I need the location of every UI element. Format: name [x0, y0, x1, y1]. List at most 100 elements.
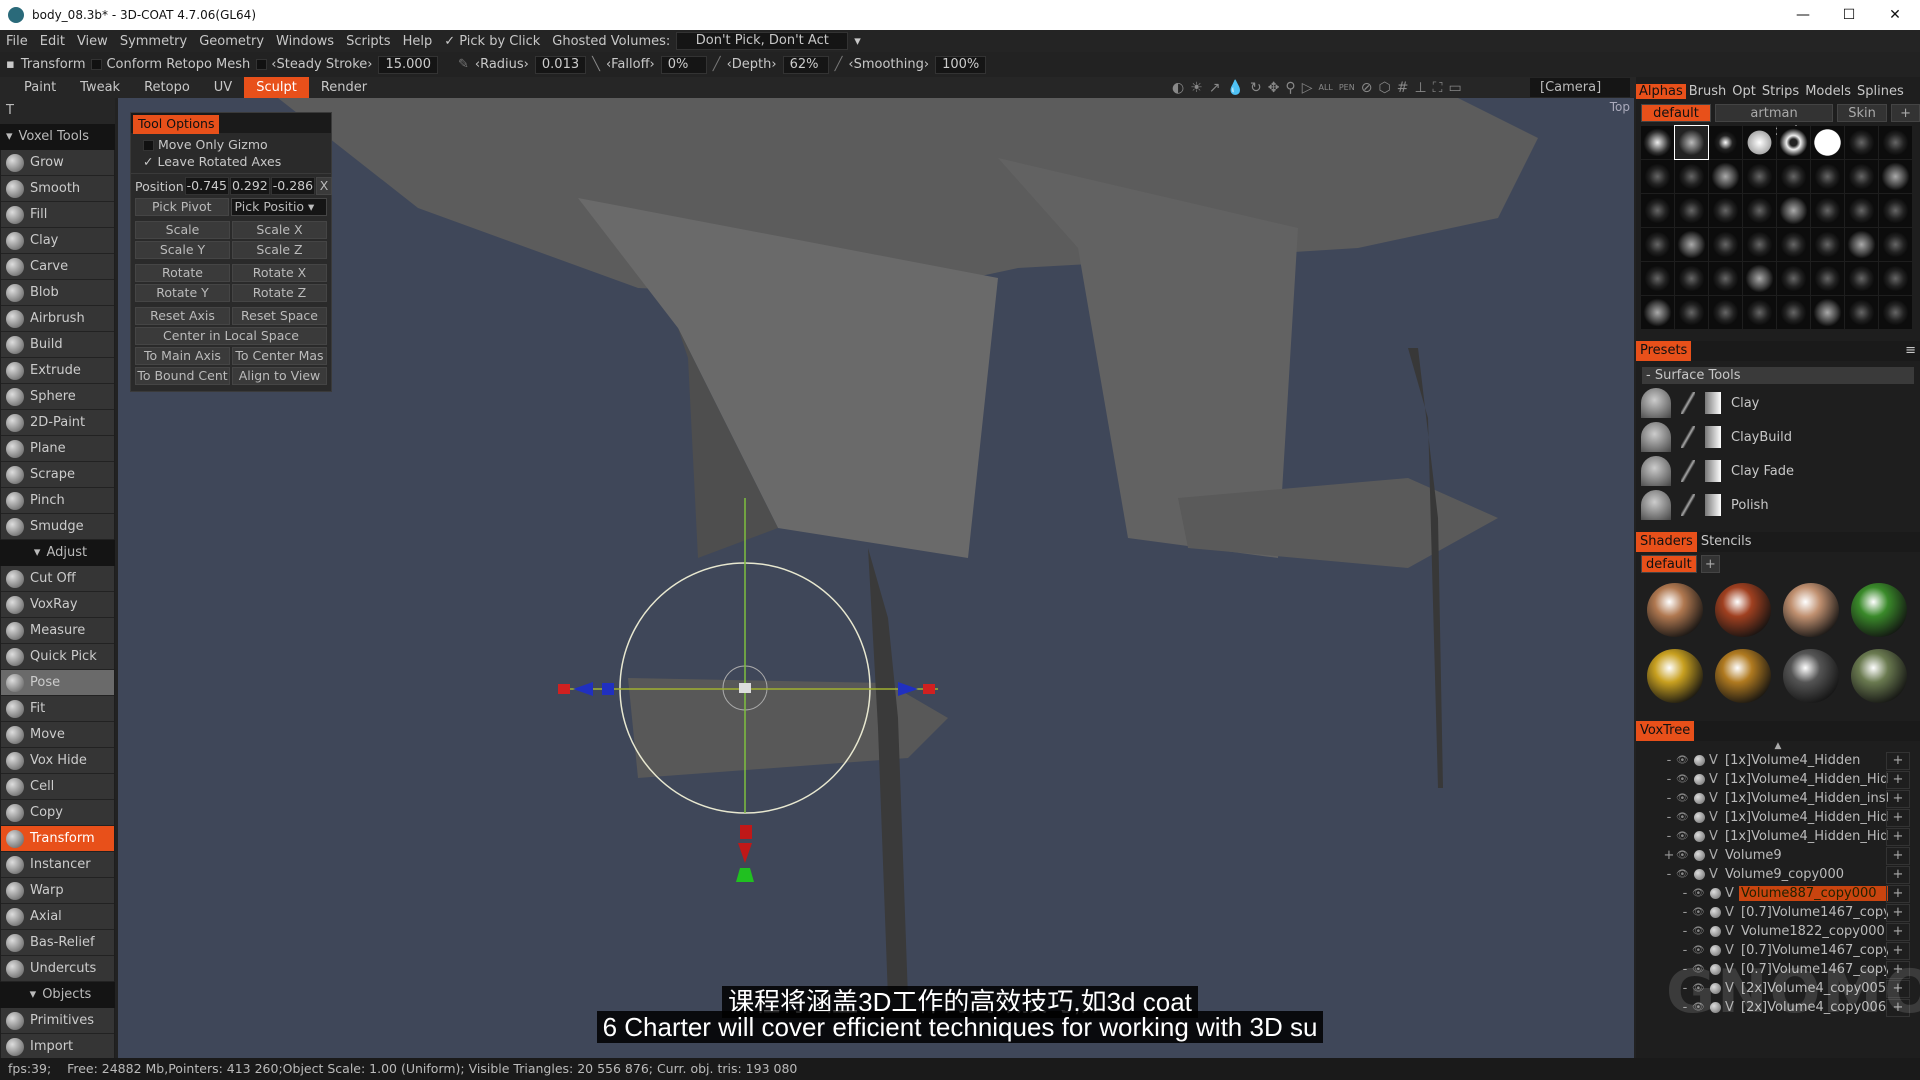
expand-icon[interactable]: + [1662, 848, 1676, 863]
alpha-swatch[interactable] [1879, 296, 1912, 329]
steady-stroke-input[interactable]: 15.000 [378, 55, 438, 74]
minimize-button[interactable]: — [1780, 0, 1826, 30]
alpha-swatch[interactable] [1879, 228, 1912, 261]
add-child-button[interactable]: + [1886, 903, 1910, 922]
alpha-swatch[interactable] [1674, 125, 1709, 160]
view-tool-icon[interactable]: ⊘ [1361, 80, 1373, 96]
tool-cut-off[interactable]: Cut Off [1, 566, 114, 592]
falloff-label[interactable]: ‹Falloff› [606, 57, 655, 72]
ghosted-volumes-select[interactable]: Don't Pick, Don't Act [676, 32, 849, 50]
shaders-tab[interactable]: Shaders [1636, 532, 1697, 552]
voxel-mode-icon[interactable]: V [1725, 905, 1739, 920]
to-center-mas-button[interactable]: To Center Mas [232, 347, 327, 365]
alpha-swatch[interactable] [1743, 126, 1776, 159]
collapse-icon[interactable]: - [1662, 810, 1676, 825]
tool-build[interactable]: Build [1, 332, 114, 358]
voxtree-item-name[interactable]: Volume887_copy000 [1739, 886, 1888, 901]
collapse-icon[interactable]: - [1678, 943, 1692, 958]
add-folder-icon[interactable]: + [1700, 555, 1720, 573]
voxel-mode-icon[interactable]: V [1709, 867, 1723, 882]
alpha-swatch[interactable] [1743, 194, 1776, 227]
surface-tools-header[interactable]: - Surface Tools [1642, 367, 1914, 384]
tool-vox-hide[interactable]: Vox Hide [1, 748, 114, 774]
tool-extrude[interactable]: Extrude [1, 358, 114, 384]
collapse-icon[interactable]: ▾ [34, 540, 41, 566]
section-voxel-tools[interactable]: ▾ Voxel Tools [0, 124, 115, 150]
shader-ball[interactable] [1783, 649, 1839, 703]
pick-pivot-button[interactable]: Pick Pivot [135, 198, 229, 216]
tool-copy[interactable]: Copy [1, 800, 114, 826]
tool-pose[interactable]: Pose [1, 670, 114, 696]
voxel-mode-icon[interactable]: V [1709, 791, 1723, 806]
add-child-button[interactable]: + [1886, 770, 1910, 789]
alpha-swatch[interactable] [1675, 228, 1708, 261]
alpha-swatch[interactable] [1777, 228, 1810, 261]
camera-select[interactable]: [Camera] [1530, 78, 1630, 97]
alpha-swatch[interactable] [1879, 262, 1912, 295]
alpha-swatch[interactable] [1641, 194, 1674, 227]
eye-icon[interactable]: 👁 [1676, 812, 1690, 823]
alpha-swatch[interactable] [1845, 126, 1878, 159]
view-tool-icon[interactable]: ☀ [1190, 80, 1203, 96]
alpha-swatch[interactable] [1811, 194, 1844, 227]
tool-carve[interactable]: Carve [1, 254, 114, 280]
shader-ball[interactable] [1715, 649, 1771, 703]
menu-geometry[interactable]: Geometry [193, 34, 270, 49]
eye-icon[interactable]: 👁 [1692, 945, 1706, 956]
alpha-swatch[interactable] [1845, 160, 1878, 193]
shader-ball[interactable] [1647, 583, 1703, 637]
collapse-icon[interactable]: - [1678, 886, 1692, 901]
scale-z-button[interactable]: Scale Z [232, 241, 327, 259]
alpha-swatch[interactable] [1777, 194, 1810, 227]
tab-tweak[interactable]: Tweak [68, 77, 132, 98]
voxtree-item-name[interactable]: [1x]Volume4_Hidden [1723, 753, 1888, 768]
alpha-swatch[interactable] [1709, 194, 1742, 227]
voxtree-item-name[interactable]: [0.7]Volume1467_copy [1739, 943, 1888, 958]
alpha-swatch[interactable] [1709, 126, 1742, 159]
voxel-mode-icon[interactable]: V [1709, 772, 1723, 787]
shader-ball[interactable] [1851, 649, 1907, 703]
alpha-set-skin[interactable]: Skin [1837, 104, 1888, 122]
alpha-swatch[interactable] [1743, 228, 1776, 261]
move-only-gizmo-checkbox[interactable]: Move Only Gizmo [131, 133, 331, 152]
alpha-swatch[interactable] [1879, 126, 1912, 159]
tool-measure[interactable]: Measure [1, 618, 114, 644]
add-child-button[interactable]: + [1886, 865, 1910, 884]
alpha-swatch[interactable] [1845, 296, 1878, 329]
radius-input[interactable]: 0.013 [534, 55, 587, 74]
alpha-swatch[interactable] [1811, 126, 1844, 159]
tool-instancer[interactable]: Instancer [1, 852, 114, 878]
rotate-x-button[interactable]: Rotate X [232, 264, 327, 282]
to-bound-cent-button[interactable]: To Bound Cent [135, 367, 230, 385]
view-tool-icon[interactable]: ⊥ [1414, 80, 1426, 96]
alpha-swatch[interactable] [1743, 296, 1776, 329]
tool-quick-pick[interactable]: Quick Pick [1, 644, 114, 670]
radius-label[interactable]: ‹Radius› [475, 57, 529, 72]
voxtree-item-name[interactable]: [1x]Volume4_Hidden_inst [1723, 791, 1888, 806]
close-button[interactable]: ✕ [1872, 0, 1918, 30]
menu-symmetry[interactable]: Symmetry [114, 34, 193, 49]
scroll-up-icon[interactable]: ▲ [1636, 741, 1920, 751]
alpha-swatch[interactable] [1709, 228, 1742, 261]
tool-clay[interactable]: Clay [1, 228, 114, 254]
alpha-swatch[interactable] [1811, 296, 1844, 329]
collapse-icon[interactable]: - [1662, 772, 1676, 787]
tool-bas-relief[interactable]: Bas-Relief [1, 930, 114, 956]
eye-icon[interactable]: 👁 [1676, 850, 1690, 861]
voxtree-item-name[interactable]: Volume9_copy000 [1723, 867, 1888, 882]
tool-voxray[interactable]: VoxRay [1, 592, 114, 618]
tool-grow[interactable]: Grow [1, 150, 114, 176]
voxtree-item[interactable]: - 👁 V [1x]Volume4_Hidden_Hidd + [1636, 808, 1920, 827]
alpha-swatch[interactable] [1675, 296, 1708, 329]
tab-uv[interactable]: UV [202, 77, 244, 98]
view-tool-icon[interactable]: ↗ [1209, 80, 1221, 96]
to-main-axis-button[interactable]: To Main Axis [135, 347, 230, 365]
shader-ball[interactable] [1647, 649, 1703, 703]
alpha-swatch[interactable] [1641, 228, 1674, 261]
menu-scripts[interactable]: Scripts [340, 34, 396, 49]
add-child-button[interactable]: + [1886, 789, 1910, 808]
alpha-swatch[interactable] [1743, 262, 1776, 295]
center-in-local-space-button[interactable]: Center in Local Space [135, 327, 327, 345]
tool-sphere[interactable]: Sphere [1, 384, 114, 410]
voxtree-item[interactable]: - 👁 V Volume1822_copy000 + [1636, 922, 1920, 941]
